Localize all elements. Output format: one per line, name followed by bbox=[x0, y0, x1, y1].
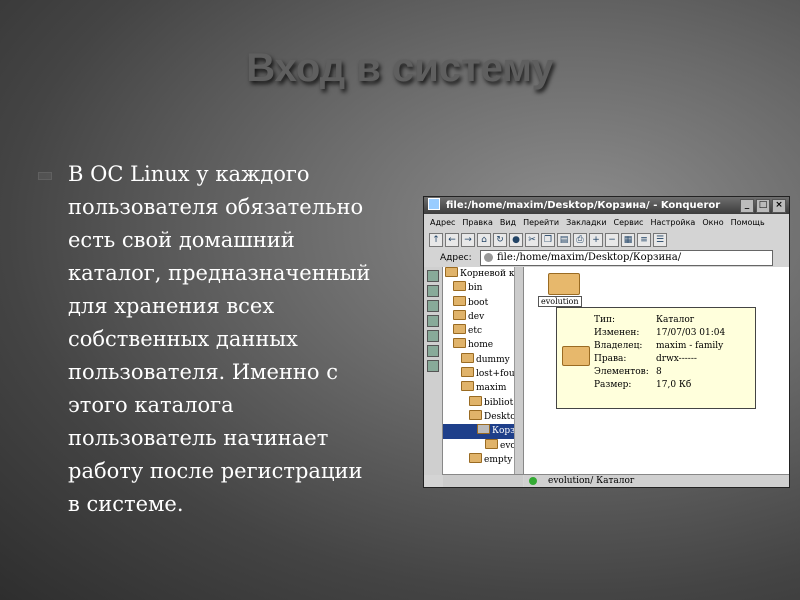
menu-window[interactable]: Окно bbox=[702, 215, 723, 231]
icon-view-icon[interactable]: ▦ bbox=[621, 232, 635, 247]
tree-item[interactable]: dummy bbox=[443, 352, 523, 367]
tooltip-row: Элементов: 8 bbox=[594, 367, 662, 377]
address-value: file:/home/maxim/Desktop/Корзина/ bbox=[497, 252, 682, 263]
folder-icon bbox=[453, 281, 466, 292]
folder-label[interactable]: evolution bbox=[538, 296, 582, 307]
folder-icon bbox=[445, 267, 458, 277]
status-text: evolution/ Каталог bbox=[548, 476, 635, 486]
status-bar: evolution/ Каталог bbox=[524, 474, 789, 487]
folder-icon bbox=[461, 352, 474, 363]
menu-help[interactable]: Помощь bbox=[731, 215, 765, 231]
stop-icon[interactable]: ● bbox=[509, 232, 523, 247]
address-bar: Адрес: file:/home/maxim/Desktop/Корзина/ bbox=[424, 249, 789, 267]
tree-item[interactable]: Корневой каталог bbox=[443, 267, 523, 281]
address-label: Адрес: bbox=[440, 253, 472, 263]
folder-icon bbox=[469, 452, 482, 463]
status-indicator-icon bbox=[529, 477, 537, 485]
devices-tab-icon[interactable] bbox=[427, 285, 439, 297]
tooltip-row: Изменен: 17/07/03 01:04 bbox=[594, 328, 726, 338]
konqueror-window: file:/home/maxim/Desktop/Корзина/ - Konq… bbox=[423, 196, 790, 488]
home-icon[interactable]: ⌂ bbox=[477, 232, 491, 247]
close-button[interactable]: × bbox=[772, 199, 786, 213]
tree-item[interactable]: lost+found bbox=[443, 367, 523, 381]
folder-icon bbox=[453, 324, 466, 335]
slide-body-text: В ОС Linux у каждого пользователя обязат… bbox=[68, 162, 371, 516]
tooltip-row: Права: drwx------ bbox=[594, 354, 697, 364]
back-icon[interactable]: ← bbox=[445, 232, 459, 247]
zoom-in-icon[interactable]: + bbox=[589, 232, 603, 247]
folder-location-icon bbox=[484, 253, 493, 262]
app-icon bbox=[428, 198, 440, 210]
forward-icon[interactable]: → bbox=[461, 232, 475, 247]
network-tab-icon[interactable] bbox=[427, 330, 439, 342]
folder-icon bbox=[461, 381, 474, 392]
menu-view[interactable]: Вид bbox=[500, 215, 516, 231]
trash-icon bbox=[477, 424, 490, 435]
list-view-icon[interactable]: ≡ bbox=[637, 232, 651, 247]
menubar: Адрес Правка Вид Перейти Закладки Сервис… bbox=[424, 215, 789, 231]
menu-bookmarks[interactable]: Закладки bbox=[566, 215, 606, 231]
file-info-tooltip: Тип: Каталог Изменен: 17/07/03 01:04 Владе… bbox=[556, 307, 756, 409]
history-tab-icon[interactable] bbox=[427, 300, 439, 312]
zoom-out-icon[interactable]: − bbox=[605, 232, 619, 247]
tree-item[interactable]: Deskto bbox=[443, 409, 523, 424]
tree-scrollbar[interactable] bbox=[514, 267, 523, 475]
window-titlebar[interactable]: file:/home/maxim/Desktop/Корзина/ - Konq… bbox=[424, 197, 789, 214]
folder-tree: Корневой каталог bin boot dev etc home d… bbox=[443, 267, 524, 475]
navigation-panel-tabs bbox=[424, 267, 443, 475]
tree-item[interactable]: etc bbox=[443, 324, 523, 338]
print-icon[interactable]: ⎙ bbox=[573, 232, 587, 247]
tree-horizontal-scrollbar[interactable] bbox=[443, 474, 523, 487]
tree-item[interactable]: maxim bbox=[443, 381, 523, 395]
tree-item[interactable]: home bbox=[443, 338, 523, 352]
tree-item[interactable]: boot bbox=[443, 295, 523, 310]
up-icon[interactable]: ↑ bbox=[429, 232, 443, 247]
folder-icon bbox=[562, 346, 590, 366]
maximize-button[interactable]: □ bbox=[756, 199, 770, 213]
window-title: file:/home/maxim/Desktop/Корзина/ - Konq… bbox=[446, 200, 721, 211]
folder-icon bbox=[469, 409, 482, 420]
folder-icon bbox=[461, 367, 474, 378]
slide-title: Вход в систему bbox=[246, 46, 554, 90]
reload-icon[interactable]: ↻ bbox=[493, 232, 507, 247]
copy-icon[interactable]: ❐ bbox=[541, 232, 555, 247]
folder-icon bbox=[453, 295, 466, 306]
menu-edit[interactable]: Правка bbox=[462, 215, 492, 231]
folder-icon bbox=[485, 438, 498, 449]
folder-icon bbox=[453, 338, 466, 349]
tooltip-row: Тип: Каталог bbox=[594, 315, 695, 325]
tooltip-row: Размер: 17,0 Кб bbox=[594, 380, 692, 390]
folder-icon[interactable] bbox=[548, 273, 580, 295]
address-input[interactable]: file:/home/maxim/Desktop/Корзина/ bbox=[480, 250, 773, 266]
tree-item[interactable]: bibliot bbox=[443, 395, 523, 410]
root-tab-icon[interactable] bbox=[427, 345, 439, 357]
tree-item[interactable]: empty bbox=[443, 452, 523, 467]
paste-icon[interactable]: ▤ bbox=[557, 232, 571, 247]
bookmarks-tab-icon[interactable] bbox=[427, 270, 439, 282]
tree-item[interactable]: evolution bbox=[443, 438, 523, 453]
cut-icon[interactable]: ✂ bbox=[525, 232, 539, 247]
menu-address[interactable]: Адрес bbox=[430, 215, 455, 231]
folder-icon bbox=[453, 309, 466, 320]
folder-icon bbox=[469, 395, 482, 406]
tree-item-selected[interactable]: Корзина bbox=[443, 424, 523, 439]
minimize-button[interactable]: _ bbox=[740, 199, 754, 213]
tooltip-row: Владелец: maxim - family bbox=[594, 341, 724, 351]
detail-view-icon[interactable]: ☰ bbox=[653, 232, 667, 247]
menu-go[interactable]: Перейти bbox=[523, 215, 559, 231]
tree-item[interactable]: dev bbox=[443, 309, 523, 324]
menu-tools[interactable]: Сервис bbox=[614, 215, 644, 231]
services-tab-icon[interactable] bbox=[427, 360, 439, 372]
tree-item[interactable]: bin bbox=[443, 281, 523, 295]
toolbar: ↑ ← → ⌂ ↻ ● ✂ ❐ ▤ ⎙ + − ▦ ≡ ☰ bbox=[424, 231, 789, 248]
menu-settings[interactable]: Настройка bbox=[650, 215, 695, 231]
file-view: evolution Тип: Каталог Изменен: 17/07/03 0… bbox=[524, 267, 789, 475]
bullet-mark bbox=[38, 172, 52, 180]
home-tab-icon[interactable] bbox=[427, 315, 439, 327]
